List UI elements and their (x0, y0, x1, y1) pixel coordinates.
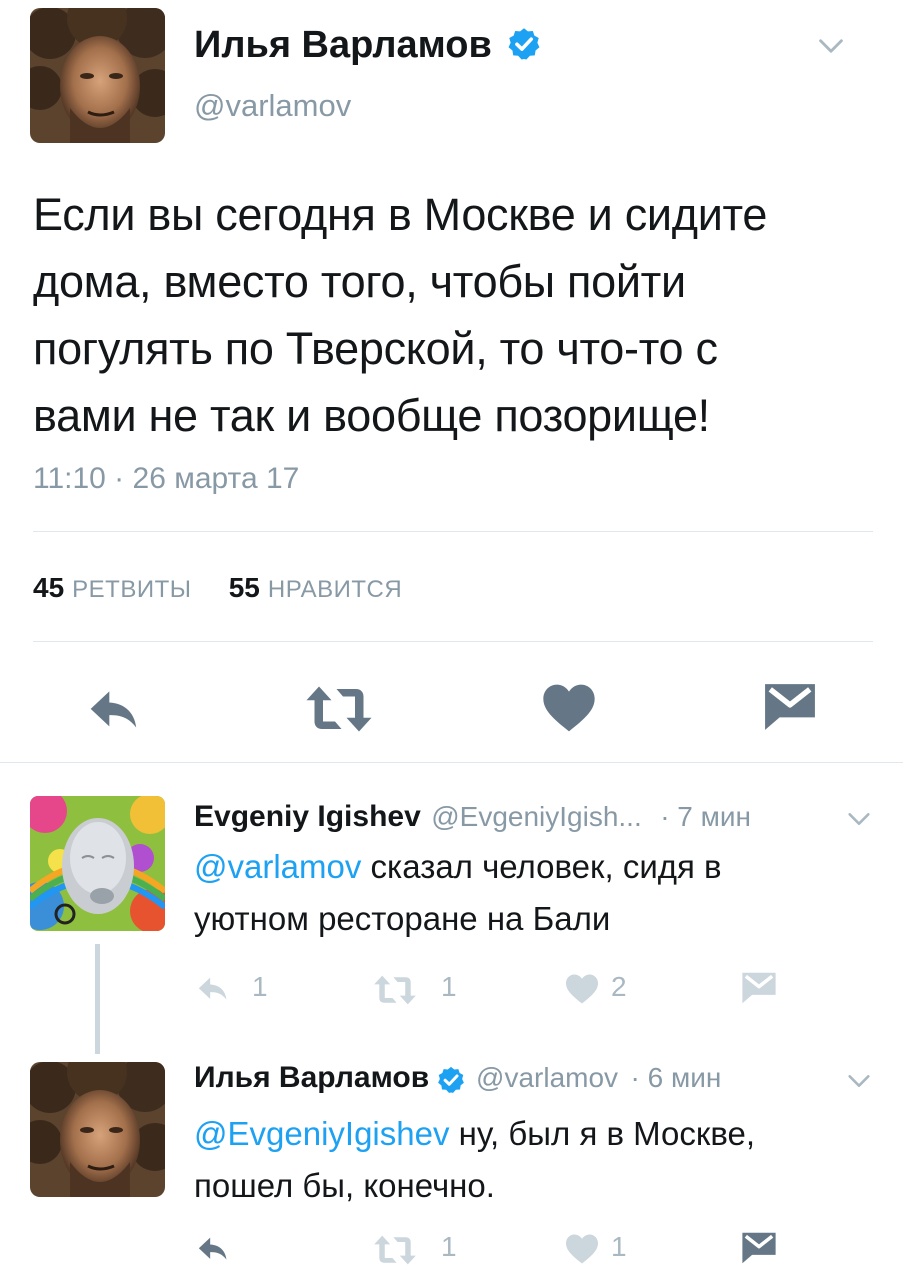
retweets-count: 45 (33, 572, 65, 603)
tweet-stats: 45 РЕТВИТЫ 55 НРАВИТСЯ (33, 572, 432, 604)
thread-line (95, 944, 100, 1054)
reply-text-line: уютном ресторане на Бали (194, 900, 611, 937)
reply-icon[interactable] (194, 1232, 232, 1266)
likes-count: 55 (228, 572, 260, 603)
like-count: 1 (611, 1231, 627, 1262)
reply-count: 1 (252, 971, 268, 1002)
reply-text-segment: сказал человек, сидя в (361, 848, 722, 885)
tweet-text-line: вами не так и вообще позорище! (33, 390, 710, 441)
reply-header: Evgeniy Igishev @EvgeniyIgish... · 7 мин (194, 800, 751, 834)
author-handle[interactable]: @varlamov (194, 88, 351, 124)
reply-avatar[interactable] (30, 1062, 165, 1197)
reply-icon[interactable] (194, 972, 232, 1006)
likes-stat[interactable]: 55 НРАВИТСЯ (228, 572, 432, 603)
tweet-text-line: погулять по Тверской, то что-то с (33, 323, 718, 374)
reply-author-handle[interactable]: @varlamov (476, 1062, 618, 1093)
reply-time: · 6 мин (630, 1062, 722, 1093)
verified-badge-icon (436, 1065, 466, 1095)
avatar-artwork (30, 796, 165, 931)
chevron-down-icon[interactable] (847, 1074, 871, 1088)
reply-icon[interactable] (84, 682, 144, 738)
author-name[interactable]: Илья Варламов (194, 24, 492, 66)
dm-icon[interactable] (741, 1231, 777, 1265)
mention-link[interactable]: @varlamov (194, 848, 361, 885)
retweet-count: 1 (441, 971, 457, 1002)
reply-author-name[interactable]: Илья Варламов (194, 1061, 429, 1094)
reply-text-segment: ну, был я в Москве, (449, 1115, 756, 1152)
dm-icon[interactable] (741, 971, 777, 1005)
like-count: 2 (611, 971, 627, 1002)
reply-time: · 7 мин (660, 801, 752, 832)
reply-text-line: пошел бы, конечно. (194, 1167, 495, 1204)
reply-text-line: @varlamov сказал человек, сидя в (194, 841, 874, 893)
avatar-photo (30, 1062, 165, 1197)
reply-header: Илья Варламов @varlamov · 6 мин (194, 1061, 721, 1095)
likes-label: НРАВИТСЯ (267, 576, 403, 603)
heart-icon[interactable] (564, 973, 600, 1005)
tweet-text-line: дома, вместо того, чтобы пойти (33, 256, 686, 307)
chevron-down-icon[interactable] (847, 812, 871, 826)
retweet-icon[interactable] (303, 684, 375, 734)
divider (0, 762, 903, 763)
divider (33, 641, 873, 642)
mention-link[interactable]: @EvgeniyIgishev (194, 1115, 449, 1152)
heart-icon[interactable] (541, 682, 597, 734)
reply-author-handle[interactable]: @EvgeniyIgish... (431, 801, 642, 832)
tweet-text: Если вы сегодня в Москве и сидите дома, … (33, 181, 883, 449)
retweets-label: РЕТВИТЫ (72, 576, 192, 603)
reply-text: @varlamov сказал человек, сидя в уютном … (194, 841, 874, 945)
retweet-icon[interactable] (372, 1234, 418, 1266)
tweet-text-line: Если вы сегодня в Москве и сидите (33, 189, 768, 240)
retweet-icon[interactable] (372, 974, 418, 1006)
tweet-timestamp: 11:10 · 26 марта 17 (33, 462, 300, 495)
author-avatar[interactable] (30, 8, 165, 143)
chevron-down-icon[interactable] (818, 38, 844, 54)
reply-avatar[interactable] (30, 796, 165, 931)
retweet-count: 1 (441, 1231, 457, 1262)
dm-icon[interactable] (763, 682, 817, 732)
heart-icon[interactable] (564, 1233, 600, 1265)
avatar-photo (30, 8, 165, 143)
reply-author-name[interactable]: Evgeniy Igishev (194, 800, 421, 833)
retweets-stat[interactable]: 45 РЕТВИТЫ (33, 572, 229, 603)
reply-text: @EvgeniyIgishev ну, был я в Москве, поше… (194, 1108, 874, 1212)
author-name-row[interactable]: Илья Варламов (194, 24, 542, 67)
reply-text-line: @EvgeniyIgishev ну, был я в Москве, (194, 1108, 874, 1160)
divider (33, 531, 873, 532)
verified-badge-icon (506, 26, 542, 62)
